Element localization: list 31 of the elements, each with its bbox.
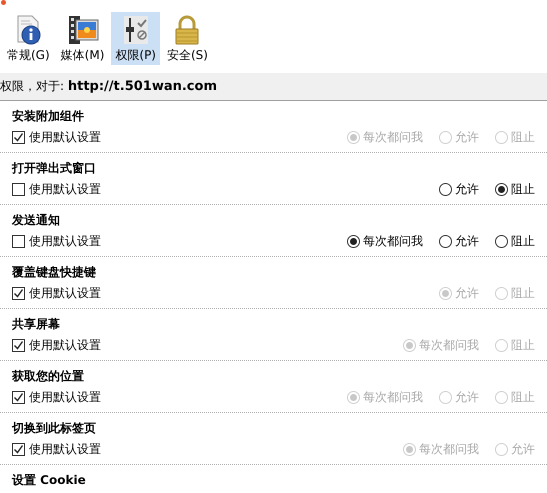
checkmark-icon bbox=[13, 132, 24, 142]
tab[interactable]: 权限(P) bbox=[111, 12, 160, 65]
tab[interactable]: 安全(S) bbox=[163, 12, 212, 65]
header-text: 权限，对于: http://t.501wan.com bbox=[0, 78, 217, 96]
permission-title: 获取您的位置 bbox=[12, 368, 84, 384]
permission-title: 发送通知 bbox=[12, 212, 60, 228]
radio-option[interactable]: 阻止 bbox=[495, 180, 535, 198]
use-default-checkbox[interactable]: 使用默认设置 bbox=[12, 336, 101, 354]
use-default-checkbox[interactable]: 使用默认设置 bbox=[12, 440, 101, 458]
checkmark-icon bbox=[13, 340, 24, 350]
radio-option[interactable]: 阻止 bbox=[495, 232, 535, 250]
use-default-checkbox[interactable]: 使用默认设置 bbox=[12, 128, 101, 146]
radio-option[interactable]: 每次都问我 bbox=[347, 232, 423, 250]
permission-title: 共享屏幕 bbox=[12, 316, 60, 332]
permission-title: 切换到此标签页 bbox=[12, 420, 96, 436]
tab[interactable]: 常规(G) bbox=[3, 12, 54, 65]
permission-title: 打开弹出式窗口 bbox=[12, 160, 96, 176]
radio-option[interactable]: 允许 bbox=[439, 180, 479, 198]
use-default-checkbox[interactable]: 使用默认设置 bbox=[12, 232, 101, 250]
permission-title: 覆盖键盘快捷键 bbox=[12, 264, 96, 280]
use-default-checkbox[interactable]: 使用默认设置 bbox=[12, 180, 101, 198]
app-icon bbox=[1, 0, 6, 5]
use-default-checkbox[interactable]: 使用默认设置 bbox=[12, 284, 101, 302]
use-default-checkbox[interactable]: 使用默认设置 bbox=[12, 388, 101, 406]
radio-option[interactable]: 允许 bbox=[439, 232, 479, 250]
permission-title: 设置 Cookie bbox=[12, 472, 86, 488]
tab[interactable]: 媒体(M) bbox=[56, 12, 108, 65]
checkmark-icon bbox=[13, 392, 24, 402]
permission-title: 安装附加组件 bbox=[12, 108, 84, 124]
checkmark-icon bbox=[13, 288, 24, 298]
checkmark-icon bbox=[13, 444, 24, 454]
